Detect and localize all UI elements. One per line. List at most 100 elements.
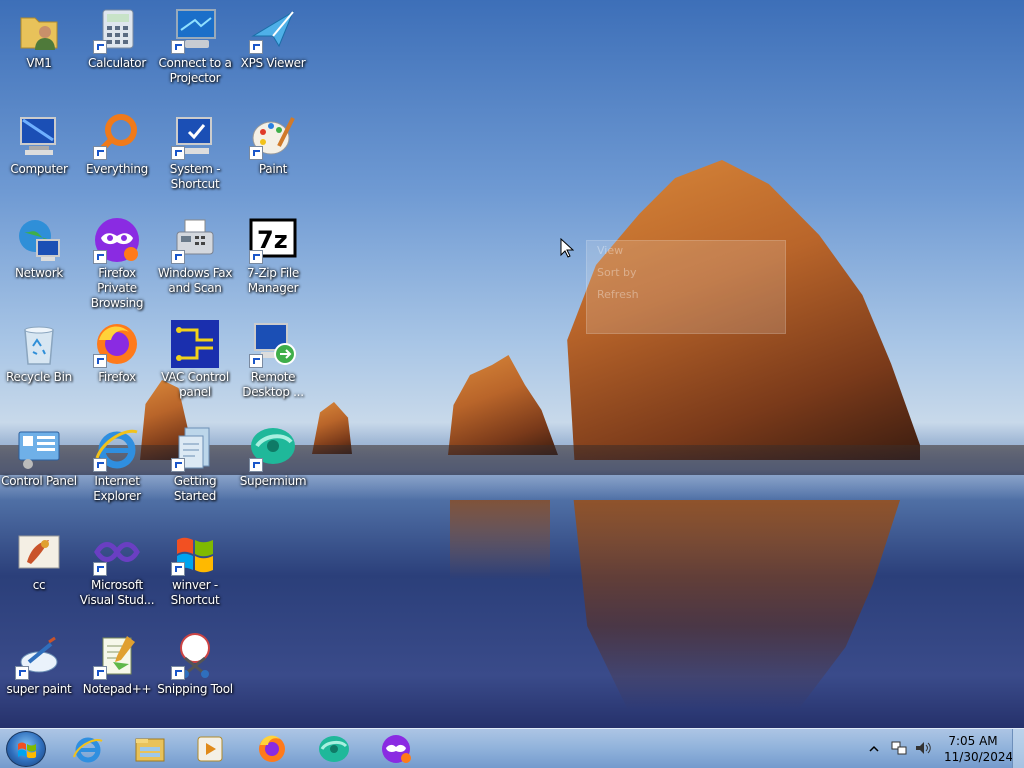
icon-label: Calculator [88,56,146,70]
taskbar-internet-explorer[interactable] [66,733,110,765]
desktop-icon-remote-desktop[interactable]: Remote Desktop ... [234,320,312,400]
desktop-icon-winver[interactable]: winver - Shortcut [156,528,234,608]
desktop-icon-paint[interactable]: Paint [234,112,312,177]
desktop-icon-everything[interactable]: Everything [78,112,156,177]
recycle-bin-icon [15,320,63,368]
taskbar: 7:05 AM 11/30/2024 [0,728,1024,768]
context-menu-item-sort-by[interactable]: Sort by [587,263,785,285]
rock-reflection [573,500,900,710]
shortcut-arrow-icon [93,562,107,576]
desktop-icon-notepad-plus-plus[interactable]: Notepad++ [78,632,156,697]
mouse-cursor-icon [560,238,574,258]
system-clock[interactable]: 7:05 AM 11/30/2024 [944,733,1014,765]
network-tray-icon[interactable] [890,739,908,757]
desktop-icon-computer[interactable]: Computer [0,112,78,177]
shortcut-arrow-icon [249,458,263,472]
icon-label: Computer [10,162,68,176]
icon-label: 7-Zip File Manager [246,266,300,295]
icon-label: Remote Desktop ... [242,370,304,399]
shortcut-arrow-icon [171,458,185,472]
desktop-icon-network[interactable]: Network [0,216,78,281]
icon-label: Microsoft Visual Stud... [79,578,155,607]
shortcut-arrow-icon [249,354,263,368]
desktop-icon-firefox-private[interactable]: Firefox Private Browsing [78,216,156,311]
desktop-icon-vac-control[interactable]: VAC Control panel [156,320,234,400]
icon-label: Recycle Bin [6,370,72,384]
show-hidden-icons-chevron-icon[interactable] [868,743,880,755]
shortcut-arrow-icon [249,40,263,54]
desktop-icon-internet-explorer[interactable]: Internet Explorer [78,424,156,504]
icon-label: Getting Started [173,474,217,503]
icon-label: XPS Viewer [240,56,306,70]
snipping-tool-icon [171,632,219,680]
shortcut-arrow-icon [249,146,263,160]
shortcut-arrow-icon [93,250,107,264]
desktop-icon-xps-viewer[interactable]: XPS Viewer [234,6,312,71]
folder-icon [135,738,165,762]
desktop-icon-fax-scan[interactable]: Windows Fax and Scan [156,216,234,296]
context-menu-item-refresh[interactable]: Refresh [587,285,785,307]
taskbar-firefox[interactable] [250,733,294,765]
remote-desktop-icon [249,320,297,368]
context-menu-item-view[interactable]: View [587,241,785,263]
taskbar-supermium[interactable] [312,733,356,765]
desktop[interactable]: VM1 Computer Network Recycle Bin Control… [0,0,1024,768]
notepad-plus-plus-icon [93,632,141,680]
icon-label: Snipping Tool [157,682,233,696]
icon-label: cc [32,578,46,592]
desktop-icon-system-shortcut[interactable]: System - Shortcut [156,112,234,192]
shortcut-arrow-icon [93,666,107,680]
shortcut-arrow-icon [171,146,185,160]
icon-label: Paint [258,162,288,176]
system-icon [171,112,219,160]
shortcut-arrow-icon [171,666,185,680]
icon-label: VAC Control panel [161,370,229,399]
getting-started-icon [171,424,219,472]
icon-label: VM1 [26,56,52,70]
desktop-icon-getting-started[interactable]: Getting Started [156,424,234,504]
icon-label: Connect to a Projector [158,56,232,85]
desktop-icon-snipping-tool[interactable]: Snipping Tool [156,632,234,697]
firefox-icon [93,320,141,368]
desktop-icon-super-paint[interactable]: super paint [0,632,78,697]
desktop-icon-cc[interactable]: cc [0,528,78,593]
icon-label: Firefox Private Browsing [90,266,144,310]
sea-stack-rock [448,355,558,455]
desktop-icon-recycle-bin[interactable]: Recycle Bin [0,320,78,385]
icon-label: super paint [6,682,72,696]
icon-label: System - Shortcut [169,162,221,191]
desktop-icon-visual-studio[interactable]: Microsoft Visual Stud... [78,528,156,608]
icon-label: Everything [86,162,148,176]
firefox-private-icon [93,216,141,264]
windows-logo-icon [171,528,219,576]
desktop-icon-calculator[interactable]: Calculator [78,6,156,71]
shortcut-arrow-icon [93,40,107,54]
shortcut-arrow-icon [15,666,29,680]
visual-studio-icon [93,528,141,576]
taskbar-windows-explorer[interactable] [128,733,172,765]
show-desktop-button[interactable] [1012,729,1024,768]
desktop-icon-control-panel[interactable]: Control Panel [0,424,78,489]
fax-scan-icon [171,216,219,264]
shortcut-arrow-icon [93,146,107,160]
icon-label: Network [14,266,63,280]
shortcut-arrow-icon [93,458,107,472]
desktop-icon-supermium[interactable]: Supermium [234,424,312,489]
shortcut-arrow-icon [93,354,107,368]
desktop-icon-vm1[interactable]: VM1 [0,6,78,71]
desktop-icon-connect-projector[interactable]: Connect to a Projector [156,6,234,86]
shortcut-arrow-icon [171,250,185,264]
firefox-private-icon [382,735,411,763]
7zip-icon: 7z [249,216,297,264]
desktop-icon-firefox[interactable]: Firefox [78,320,156,385]
volume-icon[interactable] [914,739,932,757]
control-panel-icon [15,424,63,472]
media-player-icon [197,736,223,762]
taskbar-firefox-private[interactable] [374,733,418,765]
rock-reflection-small [450,500,550,580]
desktop-icon-7zip[interactable]: 7z 7-Zip File Manager [234,216,312,296]
clock-date: 11/30/2024 [944,750,1014,764]
supermium-icon [319,736,349,762]
start-button[interactable] [6,731,46,767]
taskbar-media-player[interactable] [188,733,232,765]
